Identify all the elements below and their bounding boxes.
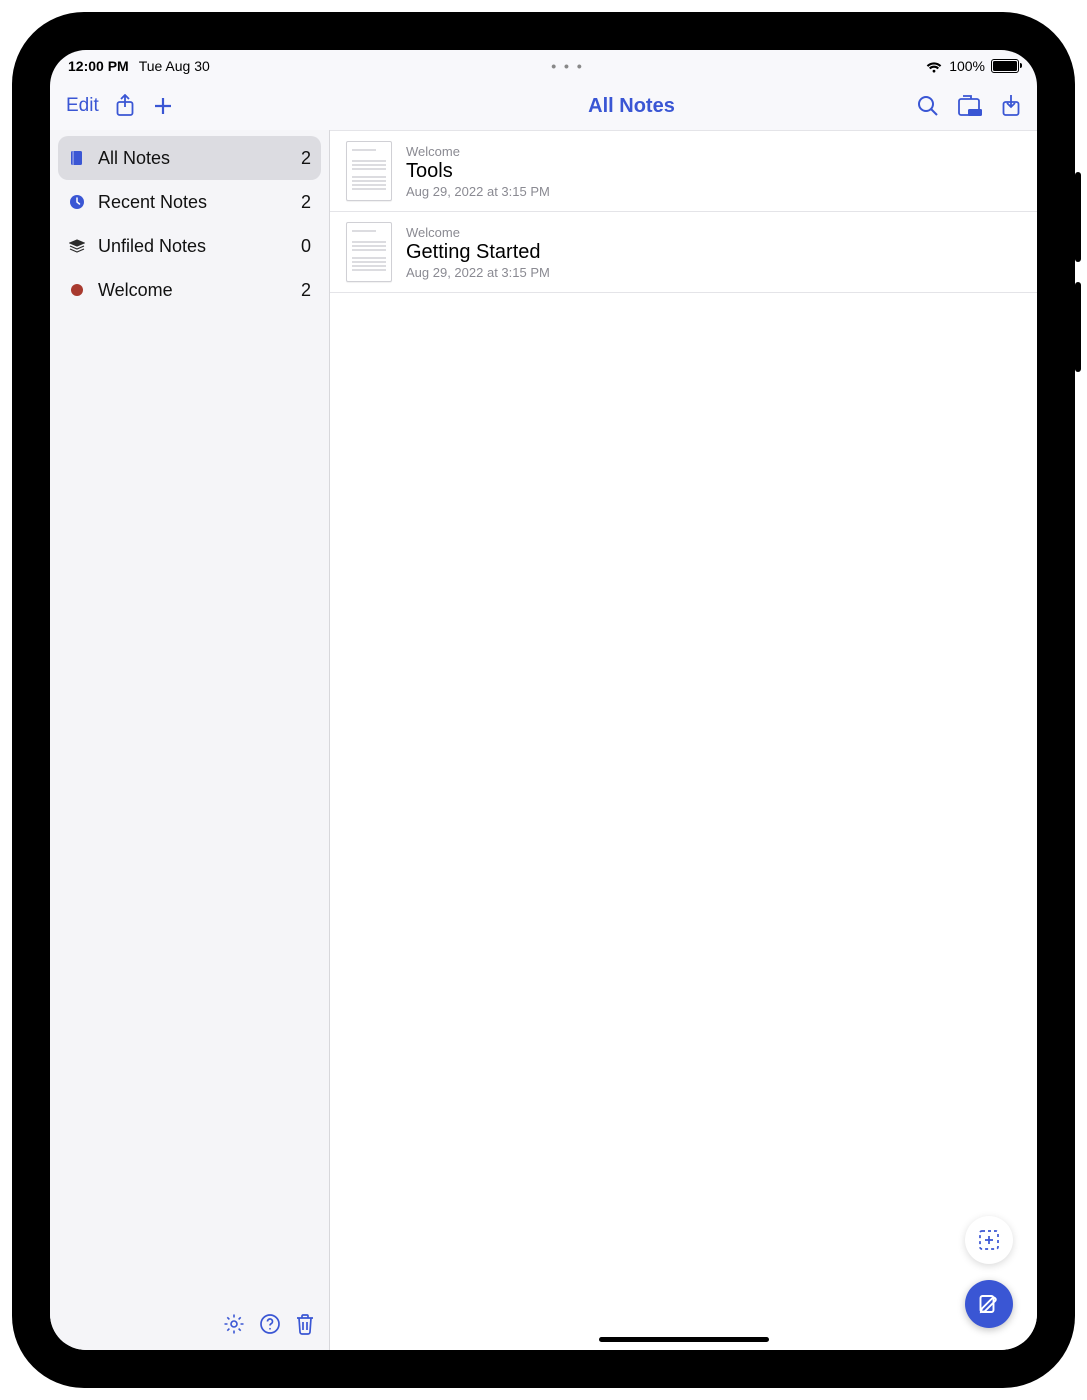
edit-button[interactable]: Edit [66, 95, 99, 117]
settings-icon[interactable] [223, 1313, 245, 1340]
import-icon[interactable] [1001, 94, 1021, 118]
sidebar-item-count: 2 [301, 280, 311, 301]
status-time: 12:00 PM [68, 58, 129, 74]
sidebar-item-label: Welcome [98, 280, 289, 301]
note-row[interactable]: WelcomeToolsAug 29, 2022 at 3:15 PM [330, 130, 1037, 212]
add-icon[interactable] [151, 94, 175, 118]
status-date: Tue Aug 30 [139, 58, 210, 74]
note-folder: Welcome [406, 144, 550, 159]
sidebar-item-unfiled-notes[interactable]: Unfiled Notes 0 [58, 224, 321, 268]
note-folder: Welcome [406, 225, 550, 240]
sidebar-item-count: 2 [301, 148, 311, 169]
search-icon[interactable] [917, 95, 939, 117]
clock-icon [68, 193, 86, 211]
home-indicator[interactable] [599, 1337, 769, 1342]
multitask-dots-icon[interactable]: • • • [210, 58, 925, 74]
svg-text:NEW: NEW [969, 111, 981, 117]
status-bar: 12:00 PM Tue Aug 30 • • • 100% [50, 50, 1037, 82]
note-timestamp: Aug 29, 2022 at 3:15 PM [406, 265, 550, 280]
compose-button[interactable] [965, 1280, 1013, 1328]
sidebar-item-welcome[interactable]: Welcome 2 [58, 268, 321, 312]
trash-icon[interactable] [295, 1313, 315, 1340]
selection-mode-button[interactable] [965, 1216, 1013, 1264]
dot-icon [68, 281, 86, 299]
help-icon[interactable] [259, 1313, 281, 1340]
sidebar-item-label: All Notes [98, 148, 289, 169]
toolbar: Edit All Notes NEW [50, 82, 1037, 130]
note-timestamp: Aug 29, 2022 at 3:15 PM [406, 184, 550, 199]
sidebar-item-count: 2 [301, 192, 311, 213]
note-title: Tools [406, 160, 550, 183]
note-title: Getting Started [406, 241, 550, 264]
note-thumbnail [346, 222, 392, 282]
battery-pct: 100% [949, 58, 985, 74]
sidebar-item-label: Unfiled Notes [98, 236, 289, 257]
new-folder-icon[interactable]: NEW [957, 95, 983, 117]
page-title: All Notes [346, 95, 917, 118]
note-list: WelcomeToolsAug 29, 2022 at 3:15 PMWelco… [330, 130, 1037, 1350]
note-row[interactable]: WelcomeGetting StartedAug 29, 2022 at 3:… [330, 212, 1037, 293]
sidebar-item-label: Recent Notes [98, 192, 289, 213]
share-icon[interactable] [115, 94, 135, 118]
notebook-icon [68, 149, 86, 167]
battery-icon [991, 59, 1019, 73]
sidebar-item-count: 0 [301, 236, 311, 257]
sidebar-item-all-notes[interactable]: All Notes 2 [58, 136, 321, 180]
sidebar: All Notes 2 Recent Notes 2 Unfiled Notes 0 Wel… [50, 130, 330, 1350]
sidebar-item-recent-notes[interactable]: Recent Notes 2 [58, 180, 321, 224]
stack-icon [68, 237, 86, 255]
wifi-icon [925, 60, 943, 73]
note-thumbnail [346, 141, 392, 201]
